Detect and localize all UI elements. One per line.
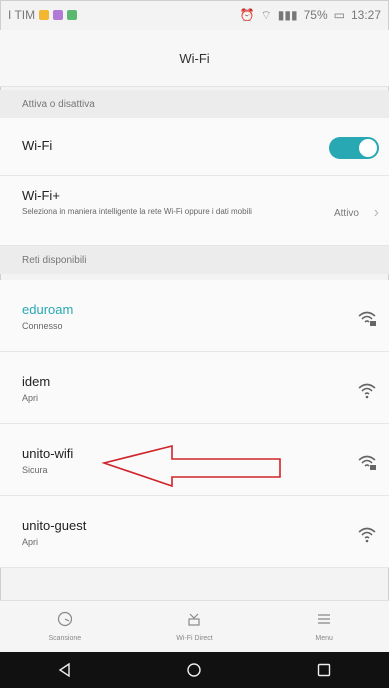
carrier-label: I TIM [8, 8, 36, 22]
network-row-unito-guest[interactable]: unito-guest Apri [0, 496, 389, 568]
scan-button[interactable]: Scansione [10, 601, 120, 642]
wifi-plus-row[interactable]: Wi-Fi+ Seleziona in maniera intelligente… [0, 176, 389, 246]
battery-icon: ▭ [333, 8, 345, 22]
network-row-eduroam[interactable]: eduroam Connesso [0, 280, 389, 352]
alarm-icon: ⏰ [239, 8, 255, 22]
section-toggle: Attiva o disattiva [0, 90, 389, 118]
status-right: ⏰ ⌔ ▮▮▮ 75% ▭ 13:27 [240, 8, 381, 23]
network-name: eduroam [22, 302, 74, 317]
wifi-plus-label: Wi-Fi+ [22, 188, 60, 203]
scan-icon [57, 611, 72, 627]
battery-percent: 75% [303, 8, 328, 22]
menu-button[interactable]: Menu [269, 601, 379, 642]
home-icon[interactable] [186, 662, 202, 678]
wifi-toggle-row[interactable]: Wi-Fi [0, 118, 389, 176]
network-status: Apri [22, 393, 39, 403]
network-row-unito-wifi[interactable]: unito-wifi Sicura [0, 424, 389, 496]
wifi-icon [358, 383, 376, 399]
page-title: Wi-Fi [179, 50, 210, 66]
section-networks: Reti disponibili [0, 246, 389, 274]
section-networks-label: Reti disponibili [22, 254, 87, 266]
wifi-icon [358, 527, 376, 543]
wifi-direct-label: Wi-Fi Direct [176, 635, 213, 642]
wifi-lock-icon [358, 455, 376, 470]
wifi-lock-icon [358, 311, 376, 326]
scan-label: Scansione [48, 635, 82, 642]
section-toggle-label: Attiva o disattiva [22, 98, 95, 110]
clock: 13:27 [350, 8, 381, 22]
network-name: idem [22, 374, 51, 389]
wifi-switch[interactable] [329, 137, 379, 159]
network-status: Apri [22, 537, 39, 547]
bottom-nav: Scansione Wi-Fi Direct Menu [0, 600, 389, 653]
signal-icon: ▮▮▮ [277, 8, 298, 22]
menu-icon [318, 614, 331, 624]
annotation-arrow-icon [101, 444, 281, 488]
wifi-plus-description: Seleziona in maniera intelligente la ret… [22, 207, 252, 216]
chevron-right-icon: › [373, 204, 379, 221]
wifi-plus-status: Attivo [333, 208, 359, 219]
recents-icon[interactable] [316, 662, 332, 678]
app-bar: Wi-Fi [0, 30, 389, 87]
network-name: unito-guest [22, 518, 87, 533]
menu-label: Menu [315, 635, 333, 642]
status-bar: I TIM ⏰ ⌔ ▮▮▮ 75% ▭ 13:27 [0, 0, 389, 30]
wifi-direct-icon [188, 613, 201, 626]
switch-knob [359, 139, 377, 157]
back-icon[interactable] [57, 662, 73, 678]
wifi-row-label: Wi-Fi [22, 138, 53, 153]
system-nav-bar [0, 652, 389, 688]
network-status: Connesso [22, 321, 63, 331]
wifi-status-icon: ⌔ [260, 7, 272, 22]
notification-icon [39, 10, 50, 20]
notification-icon [67, 10, 78, 20]
status-left: I TIM [8, 8, 78, 22]
network-row-idem[interactable]: idem Apri [0, 352, 389, 424]
notification-icon [53, 10, 64, 20]
wifi-direct-button[interactable]: Wi-Fi Direct [139, 601, 249, 642]
